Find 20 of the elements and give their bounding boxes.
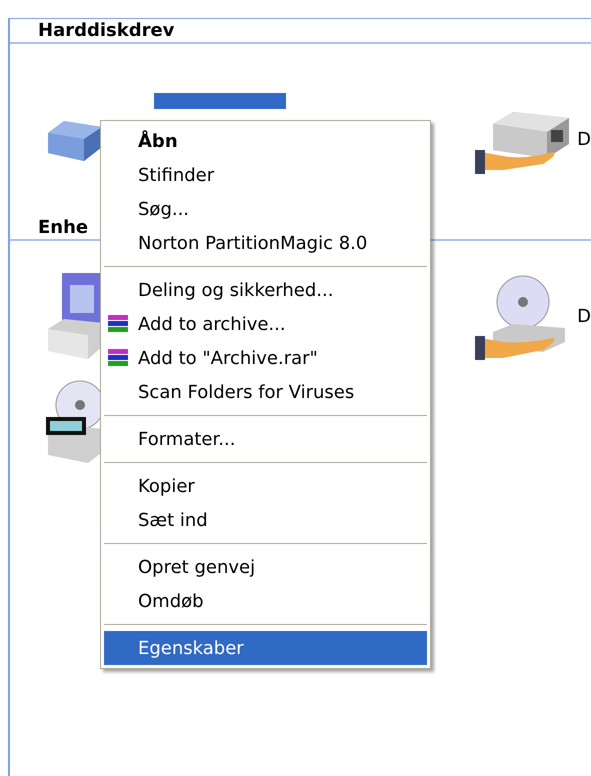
menu-item[interactable]: Formater... <box>104 422 427 456</box>
menu-item[interactable]: Søg... <box>104 192 427 226</box>
menu-item[interactable]: Deling og sikkerhed... <box>104 273 427 307</box>
drive-label[interactable]: D <box>577 308 591 326</box>
archive-books-icon <box>108 315 128 333</box>
menu-item[interactable]: Åbn <box>104 124 427 158</box>
menu-item[interactable]: Add to archive... <box>104 307 427 341</box>
menu-item[interactable]: Add to "Archive.rar" <box>104 341 427 375</box>
menu-item[interactable]: Scan Folders for Viruses <box>104 375 427 409</box>
drive-label[interactable]: D <box>577 131 591 149</box>
menu-item[interactable]: Kopier <box>104 469 427 503</box>
section-header: Harddiskdrev <box>38 22 174 40</box>
menu-item[interactable]: Egenskaber <box>104 631 427 665</box>
menu-item[interactable]: Opret genvej <box>104 550 427 584</box>
menu-item[interactable]: Omdøb <box>104 584 427 618</box>
section-header: Enhe <box>38 219 88 237</box>
menu-item[interactable]: Norton PartitionMagic 8.0 <box>104 226 427 260</box>
menu-item[interactable]: Sæt ind <box>104 503 427 537</box>
archive-books-icon <box>108 349 128 367</box>
menu-item[interactable]: Stifinder <box>104 158 427 192</box>
